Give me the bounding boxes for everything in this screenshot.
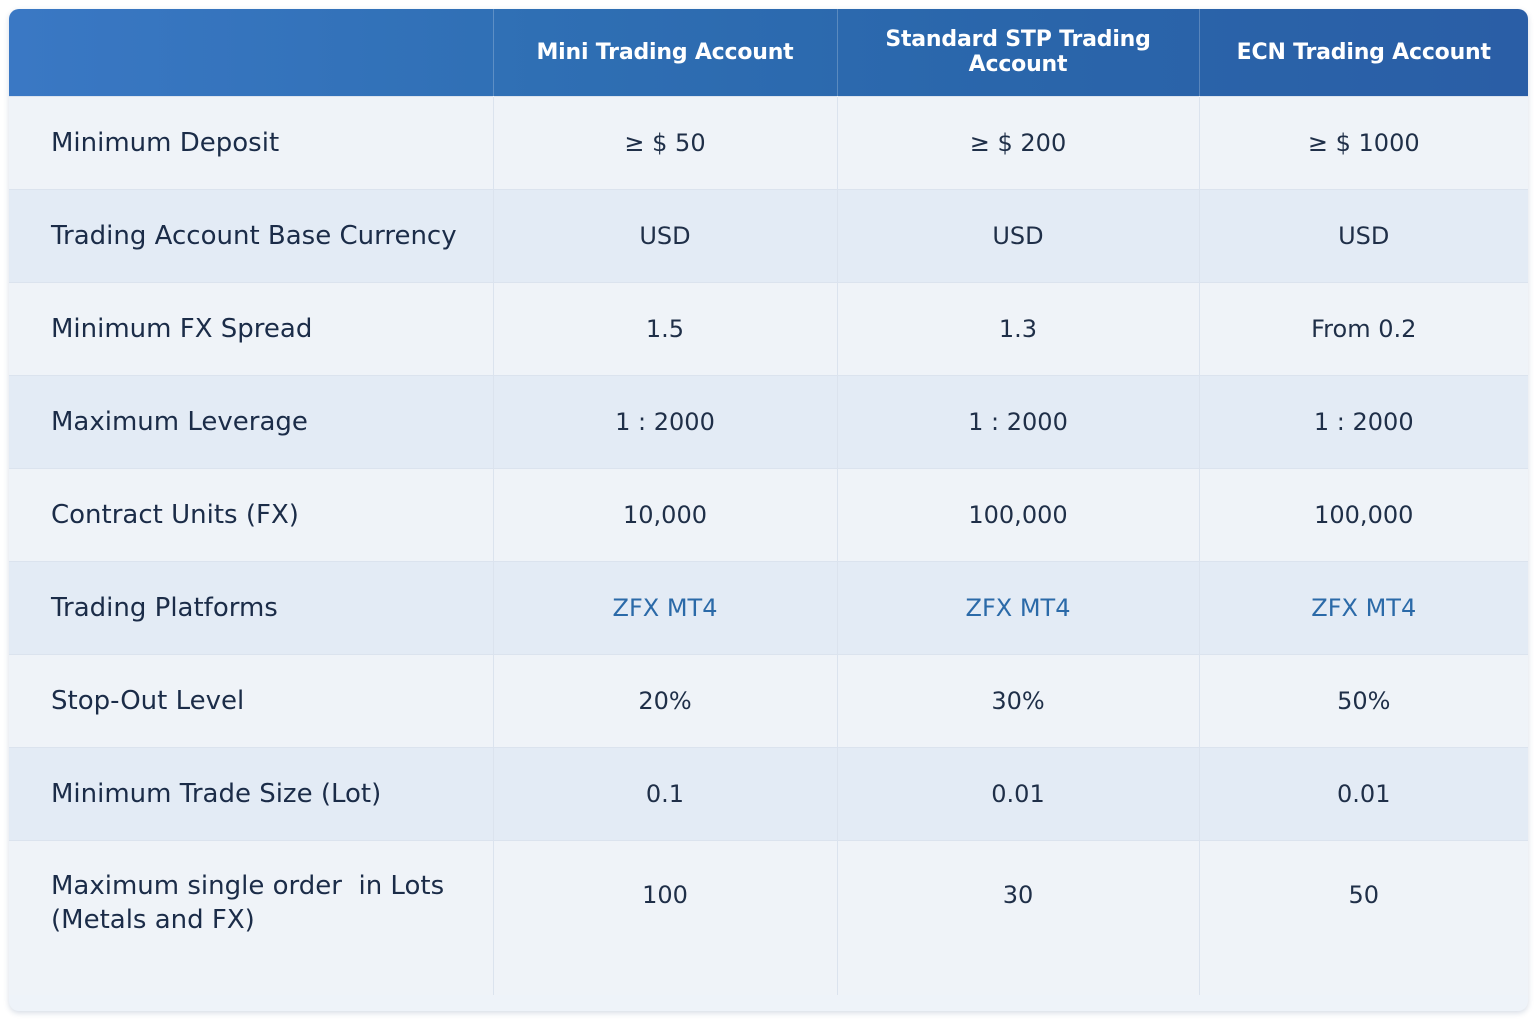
table-row: Maximum Leverage 1 : 2000 1 : 2000 1 : 2…: [9, 374, 1528, 468]
header-standard-stp-account: Standard STP Trading Account: [836, 9, 1199, 96]
row-label-minimum-trade-size: Minimum Trade Size (Lot): [9, 746, 493, 840]
link-standard-trading-platform[interactable]: ZFX MT4: [836, 560, 1199, 654]
row-label-maximum-leverage: Maximum Leverage: [9, 374, 493, 468]
cell-standard-maximum-leverage: 1 : 2000: [836, 374, 1199, 468]
row-label-trading-platforms: Trading Platforms: [9, 560, 493, 654]
table-row: Trading Account Base Currency USD USD US…: [9, 188, 1528, 282]
cell-ecn-minimum-trade-size: 0.01: [1198, 746, 1528, 840]
cell-mini-minimum-fx-spread: 1.5: [492, 281, 837, 375]
link-mini-trading-platform[interactable]: ZFX MT4: [492, 560, 837, 654]
cell-mini-base-currency: USD: [492, 188, 837, 282]
cell-standard-maximum-single-order: 30: [836, 839, 1199, 995]
table-row: Minimum FX Spread 1.5 1.3 From 0.2: [9, 281, 1528, 375]
row-label-contract-units: Contract Units (FX): [9, 467, 493, 561]
table-row: Trading Platforms ZFX MT4 ZFX MT4 ZFX MT…: [9, 560, 1528, 654]
cell-mini-stop-out-level: 20%: [492, 653, 837, 747]
link-ecn-trading-platform[interactable]: ZFX MT4: [1198, 560, 1528, 654]
account-comparison-table: Mini Trading Account Standard STP Tradin…: [9, 9, 1528, 1011]
table-row: Minimum Deposit ≥ $ 50 ≥ $ 200 ≥ $ 1000: [9, 95, 1528, 189]
row-label-line-1: Maximum single order in Lots: [51, 870, 445, 901]
header-corner-cell: [9, 9, 493, 96]
cell-mini-contract-units: 10,000: [492, 467, 837, 561]
cell-ecn-maximum-single-order: 50: [1198, 839, 1528, 995]
header-mini-account: Mini Trading Account: [492, 9, 837, 96]
cell-standard-base-currency: USD: [836, 188, 1199, 282]
cell-standard-minimum-trade-size: 0.01: [836, 746, 1199, 840]
table-row: Minimum Trade Size (Lot) 0.1 0.01 0.01: [9, 746, 1528, 840]
cell-standard-contract-units: 100,000: [836, 467, 1199, 561]
cell-mini-minimum-deposit: ≥ $ 50: [492, 95, 837, 189]
cell-mini-minimum-trade-size: 0.1: [492, 746, 837, 840]
cell-standard-minimum-fx-spread: 1.3: [836, 281, 1199, 375]
table-row: Contract Units (FX) 10,000 100,000 100,0…: [9, 467, 1528, 561]
header-ecn-account: ECN Trading Account: [1198, 9, 1528, 96]
table-row: Stop-Out Level 20% 30% 50%: [9, 653, 1528, 747]
cell-ecn-stop-out-level: 50%: [1198, 653, 1528, 747]
cell-standard-stop-out-level: 30%: [836, 653, 1199, 747]
cell-ecn-minimum-deposit: ≥ $ 1000: [1198, 95, 1528, 189]
cell-ecn-minimum-fx-spread: From 0.2: [1198, 281, 1528, 375]
row-label-stop-out-level: Stop-Out Level: [9, 653, 493, 747]
table-row: Maximum single order in Lots (Metals and…: [9, 839, 1528, 995]
cell-ecn-maximum-leverage: 1 : 2000: [1198, 374, 1528, 468]
row-label-minimum-fx-spread: Minimum FX Spread: [9, 281, 493, 375]
cell-mini-maximum-leverage: 1 : 2000: [492, 374, 837, 468]
row-label-maximum-single-order: Maximum single order in Lots (Metals and…: [9, 839, 493, 995]
row-label-base-currency: Trading Account Base Currency: [9, 188, 493, 282]
cell-ecn-contract-units: 100,000: [1198, 467, 1528, 561]
cell-standard-minimum-deposit: ≥ $ 200: [836, 95, 1199, 189]
cell-ecn-base-currency: USD: [1198, 188, 1528, 282]
row-label-line-2: (Metals and FX): [51, 904, 255, 935]
table-header-row: Mini Trading Account Standard STP Tradin…: [9, 9, 1528, 96]
cell-mini-maximum-single-order: 100: [492, 839, 837, 995]
row-label-minimum-deposit: Minimum Deposit: [9, 95, 493, 189]
